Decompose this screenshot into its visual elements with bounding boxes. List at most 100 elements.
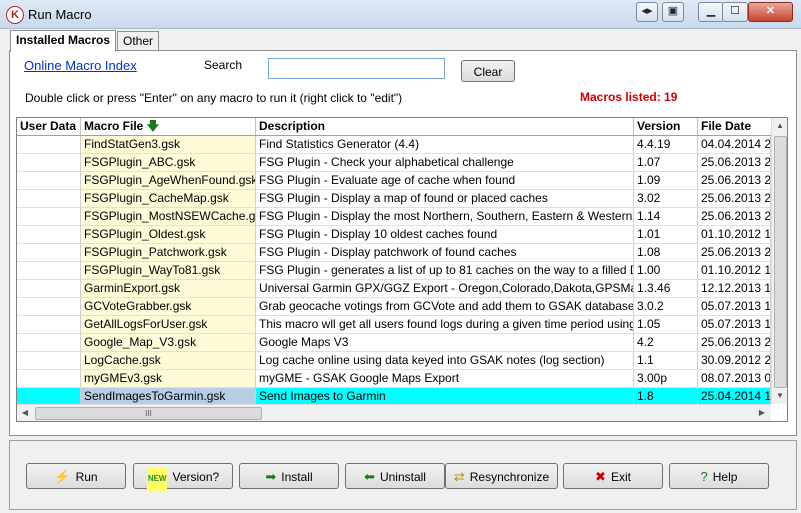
table-row[interactable]: FSGPlugin_CacheMap.gsk FSG Plugin - Displ… — [17, 190, 771, 208]
version-button-label: Version? — [172, 470, 220, 484]
help-button[interactable]: ? Help — [669, 463, 769, 489]
cell-user-data — [17, 262, 81, 280]
cell-version: 1.09 — [634, 172, 698, 190]
scroll-left-icon[interactable]: ◀ — [17, 405, 33, 421]
table-row[interactable]: FSGPlugin_WayTo81.gsk FSG Plugin - genera… — [17, 262, 771, 280]
exit-icon: ✖ — [595, 469, 606, 484]
cell-description: FSG Plugin - Display the most Northern, … — [256, 208, 634, 226]
scroll-up-icon[interactable]: ▲ — [772, 118, 787, 134]
tab-installed-macros[interactable]: Installed Macros — [10, 30, 117, 52]
restore-arrows-icon[interactable]: ◂▸ — [636, 2, 658, 22]
cell-version: 1.14 — [634, 208, 698, 226]
cell-user-data — [17, 244, 81, 262]
column-header-version[interactable]: Version — [634, 118, 698, 135]
cell-description: FSG Plugin - Display patchwork of found … — [256, 244, 634, 262]
maximize-button[interactable]: ☐ — [722, 2, 748, 22]
resynchronize-button[interactable]: ⇄ Resynchronize — [445, 463, 558, 489]
cell-user-data — [17, 334, 81, 352]
minimize-button[interactable]: ▁ — [698, 2, 724, 22]
close-button[interactable]: ✕ — [748, 2, 793, 22]
cell-file-date: 25.06.2013 23: — [698, 154, 771, 172]
table-row[interactable]: FSGPlugin_ABC.gsk FSG Plugin - Check your… — [17, 154, 771, 172]
vertical-scroll-thumb[interactable] — [774, 136, 787, 388]
cell-version: 1.01 — [634, 226, 698, 244]
title-bar: K Run Macro ◂▸ ▣ ▁ ☐ ✕ — [0, 0, 801, 29]
cell-version: 4.2 — [634, 334, 698, 352]
version-button[interactable]: NEW Version? — [133, 463, 233, 491]
column-header-file-date[interactable]: File Date — [698, 118, 771, 135]
cell-file-date: 25.06.2013 23: — [698, 172, 771, 190]
uninstall-icon: ⬅ — [364, 469, 375, 484]
scroll-down-icon[interactable]: ▼ — [772, 388, 787, 404]
cell-file-date: 25.06.2013 23: — [698, 208, 771, 226]
cell-macro-file: GCVoteGrabber.gsk — [81, 298, 256, 316]
table-row[interactable]: FSGPlugin_Patchwork.gsk FSG Plugin - Disp… — [17, 244, 771, 262]
table-row[interactable]: myGMEv3.gsk myGME - GSAK Google Maps Expo… — [17, 370, 771, 388]
window-title: Run Macro — [28, 7, 92, 22]
instruction-text: Double click or press "Enter" on any mac… — [25, 91, 403, 105]
cell-macro-file: Google_Map_V3.gsk — [81, 334, 256, 352]
run-button[interactable]: ⚡ Run — [26, 463, 126, 489]
app-icon: K — [6, 6, 24, 24]
table-row[interactable]: FindStatGen3.gsk Find Statistics Generato… — [17, 136, 771, 154]
exit-button[interactable]: ✖ Exit — [563, 463, 663, 489]
cell-user-data — [17, 154, 81, 172]
search-input[interactable] — [268, 58, 445, 79]
cell-macro-file: FSGPlugin_AgeWhenFound.gsk — [81, 172, 256, 190]
cell-version: 4.4.19 — [634, 136, 698, 154]
cell-version: 1.08 — [634, 244, 698, 262]
cell-description: FSG Plugin - Check your alphabetical cha… — [256, 154, 634, 172]
cell-description: Google Maps V3 — [256, 334, 634, 352]
horizontal-scroll-thumb[interactable]: III — [35, 407, 262, 420]
cell-file-date: 01.10.2012 13: — [698, 226, 771, 244]
tab-other[interactable]: Other — [117, 31, 160, 51]
table-row[interactable]: GarminExport.gsk Universal Garmin GPX/GGZ… — [17, 280, 771, 298]
cell-user-data — [17, 226, 81, 244]
cell-user-data — [17, 370, 81, 388]
uninstall-button[interactable]: ⬅ Uninstall — [345, 463, 445, 489]
cell-description: myGME - GSAK Google Maps Export — [256, 370, 634, 388]
column-header-macro-file-label: Macro File — [84, 119, 144, 133]
cell-file-date: 08.07.2013 0: — [698, 370, 771, 388]
cell-macro-file: FSGPlugin_MostNSEWCache.gsk — [81, 208, 256, 226]
cell-macro-file: FSGPlugin_Oldest.gsk — [81, 226, 256, 244]
cell-description: This macro wll get all users found logs … — [256, 316, 634, 334]
table-row[interactable]: FSGPlugin_MostNSEWCache.gsk FSG Plugin - … — [17, 208, 771, 226]
cell-macro-file: myGMEv3.gsk — [81, 370, 256, 388]
column-header-description[interactable]: Description — [256, 118, 634, 135]
help-button-label: Help — [712, 470, 738, 484]
table-row[interactable]: GetAllLogsForUser.gsk This macro wll get … — [17, 316, 771, 334]
clear-button[interactable]: Clear — [461, 60, 515, 82]
table-row[interactable]: Google_Map_V3.gsk Google Maps V3 4.2 25.06.… — [17, 334, 771, 352]
table-row[interactable]: FSGPlugin_AgeWhenFound.gsk FSG Plugin - E… — [17, 172, 771, 190]
table-row[interactable]: LogCache.gsk Log cache online using data … — [17, 352, 771, 370]
cell-user-data — [17, 172, 81, 190]
vertical-scrollbar[interactable]: ▲ ▼ — [771, 118, 787, 404]
cell-description: FSG Plugin - Evaluate age of cache when … — [256, 172, 634, 190]
cell-version: 1.1 — [634, 352, 698, 370]
online-macro-index-link[interactable]: Online Macro Index — [24, 58, 137, 73]
cell-version: 3.02 — [634, 190, 698, 208]
install-button[interactable]: ➡ Install — [239, 463, 339, 489]
cell-user-data — [17, 298, 81, 316]
version-icon: NEW — [146, 467, 168, 491]
install-button-label: Install — [281, 470, 313, 484]
cell-macro-file: FSGPlugin_ABC.gsk — [81, 154, 256, 172]
table-row[interactable]: GCVoteGrabber.gsk Grab geocache votings f… — [17, 298, 771, 316]
cell-version: 3.0.2 — [634, 298, 698, 316]
table-row[interactable]: FSGPlugin_Oldest.gsk FSG Plugin - Display… — [17, 226, 771, 244]
column-header-user-data[interactable]: User Data — [17, 118, 81, 135]
window-help-icon[interactable]: ▣ — [662, 2, 684, 22]
cell-user-data — [17, 280, 81, 298]
horizontal-scrollbar[interactable]: ◀ III ▶ — [17, 404, 771, 421]
cell-macro-file: GetAllLogsForUser.gsk — [81, 316, 256, 334]
column-header-macro-file[interactable]: Macro File 🡇 — [81, 118, 256, 135]
cell-macro-file: FindStatGen3.gsk — [81, 136, 256, 154]
cell-user-data — [17, 136, 81, 154]
cell-file-date: 04.04.2014 22: — [698, 136, 771, 154]
uninstall-button-label: Uninstall — [379, 470, 426, 484]
cell-file-date: 25.06.2013 23: — [698, 190, 771, 208]
scroll-right-icon[interactable]: ▶ — [754, 405, 770, 421]
resynchronize-button-label: Resynchronize — [469, 470, 550, 484]
resynchronize-icon: ⇄ — [453, 469, 465, 484]
